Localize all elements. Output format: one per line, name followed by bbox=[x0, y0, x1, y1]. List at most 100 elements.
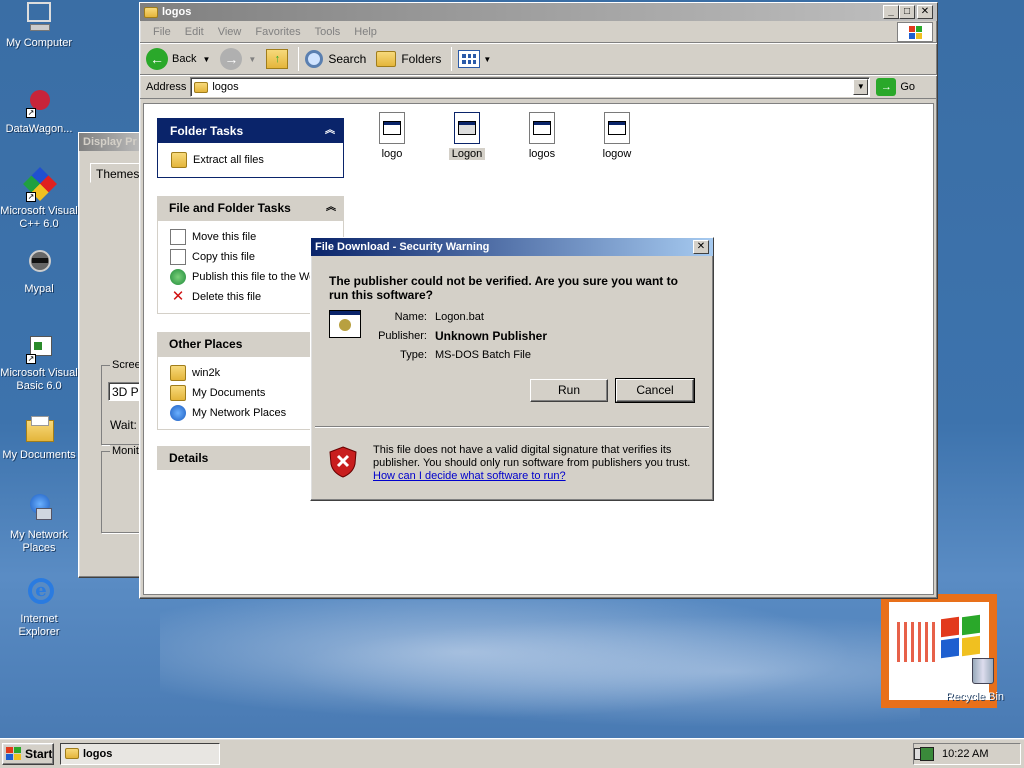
file-label: logow bbox=[602, 148, 632, 160]
recycle-bin-icon bbox=[958, 656, 994, 688]
folder-icon bbox=[144, 6, 158, 18]
back-button[interactable]: ← Back ▼ bbox=[146, 48, 210, 70]
file-label: Logon bbox=[448, 148, 486, 160]
go-button[interactable]: → Go bbox=[876, 78, 915, 96]
task-label: Copy this file bbox=[192, 251, 255, 263]
address-dropdown-button[interactable]: ▼ bbox=[853, 79, 869, 95]
task-label: Move this file bbox=[192, 231, 257, 243]
folder-tasks-panel: Folder Tasks ︽ Extract all files bbox=[157, 118, 344, 178]
desktop-icon-mypal[interactable]: Mypal bbox=[0, 248, 78, 296]
clock[interactable]: 10:22 AM bbox=[942, 744, 988, 764]
desktop-icon-my-network-places[interactable]: My Network Places bbox=[0, 494, 78, 555]
address-value: logos bbox=[212, 81, 239, 93]
desktop-icon-visual-cpp[interactable]: ↗ Microsoft Visual C++ 6.0 bbox=[0, 167, 78, 231]
tab-themes[interactable]: Themes bbox=[90, 163, 140, 183]
address-bar: Address logos ▼ → Go bbox=[140, 75, 937, 99]
raccoon-icon bbox=[22, 248, 56, 280]
desktop-icon-visual-basic[interactable]: ↗ Microsoft Visual Basic 6.0 bbox=[0, 332, 78, 393]
desktop-icon-my-computer[interactable]: My Computer bbox=[0, 2, 78, 50]
publisher-value: Unknown Publisher bbox=[435, 329, 548, 343]
explorer-titlebar: logos _ □ ✕ bbox=[140, 3, 937, 21]
address-input[interactable]: logos ▼ bbox=[190, 77, 871, 97]
minimize-button[interactable]: _ bbox=[883, 5, 899, 19]
menu-edit[interactable]: Edit bbox=[178, 26, 211, 38]
folder-up-icon: ↑ bbox=[266, 49, 289, 69]
forward-button[interactable]: → ▼ bbox=[220, 48, 256, 70]
properties-labels: Name: Publisher: Type: bbox=[371, 308, 427, 365]
window-title: logos bbox=[162, 6, 192, 18]
taskbar-button-logos[interactable]: logos bbox=[60, 743, 220, 765]
menu-favorites[interactable]: Favorites bbox=[248, 26, 307, 38]
desktop-icon-label: Internet Explorer bbox=[18, 613, 60, 638]
dialog-titlebar: File Download - Security Warning ✕ bbox=[311, 238, 713, 256]
display-properties-window[interactable]: Display Pr Themes Scree 3D P Wait: Monit… bbox=[78, 132, 151, 578]
desktop-icon-label: Recycle Bin bbox=[945, 691, 1005, 703]
name-label: Name: bbox=[394, 311, 427, 323]
chevron-down-icon: ▼ bbox=[202, 54, 211, 64]
folder-icon bbox=[376, 51, 397, 67]
search-button[interactable]: Search bbox=[305, 50, 366, 68]
help-link[interactable]: How can I decide what software to run? bbox=[373, 470, 566, 482]
close-button[interactable]: ✕ bbox=[693, 240, 709, 254]
menu-view[interactable]: View bbox=[211, 26, 249, 38]
toolbar-separator bbox=[451, 47, 453, 71]
desktop-icon-internet-explorer[interactable]: e Internet Explorer bbox=[0, 578, 78, 639]
back-label: Back bbox=[172, 53, 197, 65]
network-icon bbox=[22, 494, 56, 526]
folder-icon bbox=[22, 414, 56, 446]
task-label: Extract all files bbox=[193, 154, 264, 166]
task-extract-all[interactable]: Extract all files bbox=[171, 150, 342, 170]
file-logo[interactable]: logo bbox=[362, 112, 422, 160]
desktop-icon-label: DataWagon... bbox=[5, 123, 73, 135]
taskbar: Start logos 10:22 AM bbox=[0, 738, 1024, 768]
collapse-chevron-icon: ︽ bbox=[325, 125, 335, 136]
folders-button[interactable]: Folders bbox=[376, 51, 441, 67]
file-logos[interactable]: logos bbox=[512, 112, 572, 160]
folder-icon bbox=[170, 385, 186, 401]
run-button[interactable]: Run bbox=[530, 379, 608, 402]
desktop-icon-datawagon[interactable]: ↗ DataWagon... bbox=[0, 88, 78, 136]
menu-tools[interactable]: Tools bbox=[308, 26, 348, 38]
forward-arrow-icon: → bbox=[220, 48, 243, 70]
dialog-question: The publisher could not be verified. Are… bbox=[329, 274, 678, 302]
batch-file-icon bbox=[604, 112, 630, 144]
views-button[interactable]: ▼ bbox=[458, 50, 491, 68]
move-file-icon bbox=[170, 229, 186, 245]
menu-help[interactable]: Help bbox=[347, 26, 384, 38]
publisher-label: Publisher: bbox=[378, 330, 427, 342]
menu-file[interactable]: File bbox=[146, 26, 178, 38]
file-logon[interactable]: Logon bbox=[437, 112, 497, 160]
warning-text: This file does not have a valid digital … bbox=[373, 444, 691, 469]
folder-icon bbox=[194, 81, 209, 93]
name-value: Logon.bat bbox=[435, 311, 484, 323]
panel-title: Folder Tasks bbox=[170, 124, 244, 138]
views-icon bbox=[458, 50, 481, 68]
zip-folder-icon bbox=[171, 152, 187, 168]
start-label: Start bbox=[25, 747, 53, 761]
file-logow[interactable]: logow bbox=[587, 112, 647, 160]
file-folder-tasks-header[interactable]: File and Folder Tasks ︽ bbox=[157, 196, 344, 220]
visual-cpp-icon: ↗ bbox=[22, 167, 57, 202]
cancel-button[interactable]: Cancel bbox=[615, 378, 695, 403]
type-label: Type: bbox=[400, 349, 427, 361]
dialog-divider bbox=[315, 426, 709, 428]
desktop-icon-recycle-bin[interactable]: Recycle Bin bbox=[936, 656, 1014, 704]
close-button[interactable]: ✕ bbox=[917, 5, 933, 19]
task-label: Delete this file bbox=[192, 291, 262, 303]
desktop-icon-my-documents[interactable]: My Documents bbox=[0, 414, 78, 462]
shortcut-arrow-icon: ↗ bbox=[26, 354, 36, 364]
maximize-button[interactable]: □ bbox=[899, 5, 915, 19]
windows-flag-icon bbox=[897, 21, 933, 42]
task-label: Publish this file to the Web bbox=[192, 271, 312, 283]
up-button[interactable]: ↑ bbox=[266, 49, 289, 69]
start-button[interactable]: Start bbox=[2, 743, 54, 765]
network-icon bbox=[170, 405, 186, 421]
menu-bar: File Edit View Favorites Tools Help bbox=[140, 21, 937, 43]
chevron-down-icon: ▼ bbox=[248, 54, 257, 64]
task-label: win2k bbox=[192, 367, 221, 379]
batch-file-icon bbox=[329, 310, 361, 338]
desktop-icon-label: Microsoft Visual Basic 6.0 bbox=[0, 367, 78, 392]
security-warning-dialog[interactable]: File Download - Security Warning ✕ The p… bbox=[310, 237, 714, 501]
network-status-icon[interactable] bbox=[920, 747, 934, 761]
folder-tasks-header[interactable]: Folder Tasks ︽ bbox=[158, 119, 343, 143]
